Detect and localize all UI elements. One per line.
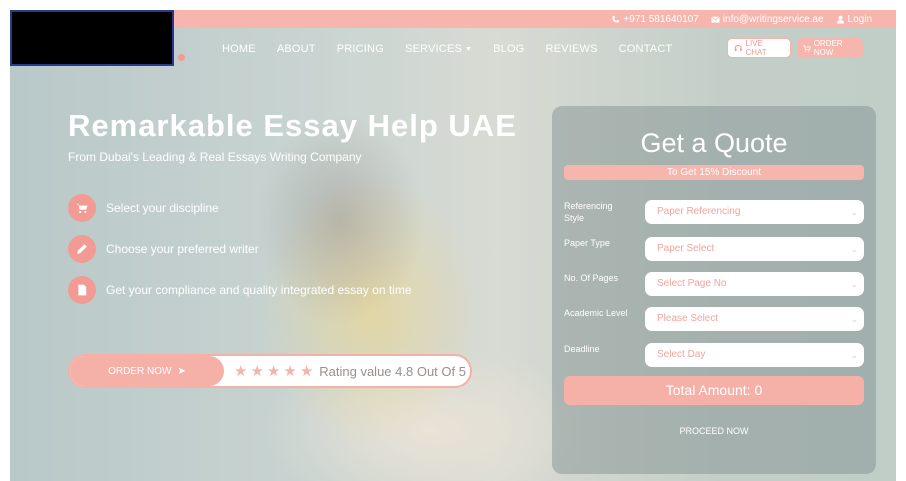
cart-icon <box>803 44 811 52</box>
document-icon <box>78 284 87 296</box>
quote-title: Get a Quote <box>640 128 788 158</box>
live-chat-label: LIVE CHAT <box>745 39 767 57</box>
feature-item: Select your discipline <box>68 194 219 222</box>
select-value: Please Select <box>657 313 719 324</box>
field-label: Deadline <box>564 344 600 354</box>
hero-title: Remarkable Essay Help UAE <box>68 108 517 143</box>
email-address: info@writingservice.ae <box>722 13 824 25</box>
order-now-label: ORDER NOW <box>813 39 843 57</box>
nav-services-label: SERVICES <box>404 43 462 55</box>
star-icon: ★ <box>266 363 281 380</box>
select-value: Select Day <box>657 349 706 360</box>
feature-icon-circle <box>68 194 96 222</box>
total-amount: Total Amount: 0 <box>564 376 864 405</box>
phone-icon <box>612 15 620 22</box>
select-value: Paper Referencing <box>657 206 741 217</box>
paper-type-select[interactable]: Paper Select ⌄ <box>645 237 864 261</box>
hero-subtitle: From Dubai's Leading & Real Essays Writi… <box>68 150 362 164</box>
field-referencing-style: Referencing Style Paper Referencing ⌄ <box>564 200 864 224</box>
envelope-icon <box>711 16 720 23</box>
arrow-right-icon: ➤ <box>177 365 186 377</box>
headset-icon <box>734 44 742 51</box>
login-link[interactable]: Login <box>836 14 872 25</box>
pencil-icon <box>77 244 87 254</box>
phone-number: +971 581640107 <box>623 13 699 25</box>
nav-about[interactable]: ABOUT <box>277 43 316 55</box>
rating-stars: ★ ★ ★ ★ ★ <box>234 362 313 380</box>
field-label: Paper Type <box>564 238 610 248</box>
star-icon: ★ <box>299 363 314 380</box>
nav-blog[interactable]: BLOG <box>493 43 524 55</box>
rating-text: Rating value 4.8 Out Of 5 <box>319 363 466 379</box>
feature-icon-circle <box>68 235 96 263</box>
field-label: No. Of Pages <box>564 273 619 283</box>
field-academic-level: Academic Level Please Select ⌄ <box>564 307 864 331</box>
order-now-hero-label: ORDER NOW <box>108 365 172 377</box>
referencing-style-select[interactable]: Paper Referencing ⌄ <box>645 200 864 224</box>
chevron-down-icon: ⌄ <box>850 314 858 324</box>
feature-item: Choose your preferred writer <box>68 235 259 263</box>
pages-select[interactable]: Select Page No ⌄ <box>645 272 864 296</box>
star-icon: ★ <box>283 363 297 380</box>
star-icon: ★ <box>250 363 264 380</box>
field-label: Academic Level <box>564 308 628 318</box>
user-icon <box>836 15 844 24</box>
feature-icon-circle <box>68 276 96 304</box>
logo[interactable] <box>10 10 174 66</box>
nav-pricing[interactable]: PRICING <box>337 43 384 55</box>
main-nav: HOME ABOUT PRICING SERVICES ▼ BLOG REVIE… <box>222 38 672 60</box>
discount-banner: To Get 15% Discount <box>564 165 864 180</box>
logo-dot <box>178 54 185 61</box>
chevron-down-icon: ⌄ <box>850 244 858 254</box>
nav-contact[interactable]: CONTACT <box>619 43 673 55</box>
page: +971 581640107 info@writingservice.ae Lo… <box>10 10 896 481</box>
feature-text: Get your compliance and quality integrat… <box>106 283 412 297</box>
feature-text: Select your discipline <box>106 201 219 215</box>
quote-form: Get a Quote To Get 15% Discount Referenc… <box>552 106 876 474</box>
select-value: Select Page No <box>657 278 727 289</box>
chevron-down-icon: ⌄ <box>850 207 858 217</box>
feature-item: Get your compliance and quality integrat… <box>68 276 412 304</box>
nav-reviews[interactable]: REVIEWS <box>546 43 598 55</box>
phone-link[interactable]: +971 581640107 <box>611 13 699 25</box>
cart-icon <box>76 203 88 214</box>
chevron-down-icon: ⌄ <box>850 350 858 360</box>
order-now-hero-button[interactable]: ORDER NOW ➤ <box>70 356 224 386</box>
caret-down-icon: ▼ <box>465 45 473 53</box>
field-label: Referencing Style <box>564 201 613 223</box>
field-pages: No. Of Pages Select Page No ⌄ <box>564 272 864 296</box>
feature-text: Choose your preferred writer <box>106 242 259 256</box>
rating-bar: ORDER NOW ➤ ★ ★ ★ ★ ★ Rating value 4.8 O… <box>68 354 472 388</box>
live-chat-button[interactable]: LIVE CHAT <box>727 38 791 58</box>
academic-level-select[interactable]: Please Select ⌄ <box>645 307 864 331</box>
proceed-now-button[interactable]: PROCEED NOW <box>564 426 864 442</box>
email-link[interactable]: info@writingservice.ae <box>711 14 824 25</box>
deadline-select[interactable]: Select Day ⌄ <box>645 343 864 367</box>
nav-home[interactable]: HOME <box>222 43 256 55</box>
field-deadline: Deadline Select Day ⌄ <box>564 343 864 367</box>
select-value: Paper Select <box>657 243 715 254</box>
login-label: Login <box>847 13 872 25</box>
field-paper-type: Paper Type Paper Select ⌄ <box>564 237 864 261</box>
nav-services[interactable]: SERVICES ▼ <box>405 43 472 55</box>
chevron-down-icon: ⌄ <box>850 279 858 289</box>
star-icon: ★ <box>234 363 248 380</box>
order-now-header-button[interactable]: ORDER NOW <box>797 38 863 58</box>
